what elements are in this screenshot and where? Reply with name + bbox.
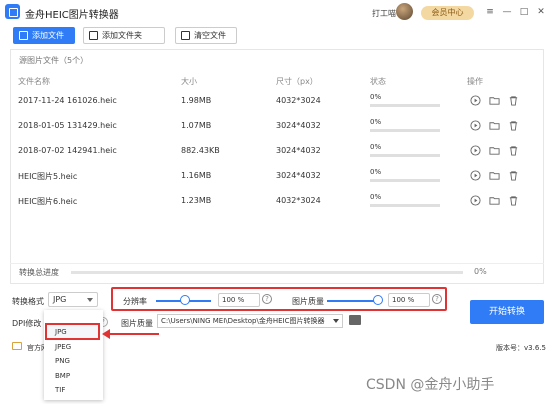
- menu-icon[interactable]: ≡: [484, 6, 496, 18]
- total-progress-value: 0%: [474, 267, 487, 276]
- source-file-count: 源图片文件（5个）: [19, 56, 89, 65]
- avatar[interactable]: [396, 3, 413, 20]
- format-label: 转换格式: [12, 297, 44, 306]
- add-file-label: 添加文件: [32, 31, 64, 40]
- file-size: 1.23MB: [181, 196, 212, 205]
- watermark: CSDN @金舟小助手: [366, 377, 495, 393]
- quality-slider-handle[interactable]: [373, 295, 383, 305]
- delete-icon[interactable]: [508, 195, 519, 206]
- play-icon[interactable]: [470, 145, 481, 156]
- quality-help-icon[interactable]: ?: [432, 294, 442, 304]
- file-size: 1.07MB: [181, 121, 212, 130]
- folder-open-icon[interactable]: [489, 145, 500, 156]
- file-size: 882.43KB: [181, 146, 220, 155]
- add-file-button[interactable]: 添加文件: [13, 27, 75, 44]
- table-row[interactable]: 2018-01-05 131429.heic 1.07MB 3024*4032 0%: [10, 114, 544, 138]
- play-icon[interactable]: [470, 170, 481, 181]
- format-option-png[interactable]: PNG: [55, 357, 70, 365]
- folder-open-icon[interactable]: [489, 170, 500, 181]
- format-option-jpg[interactable]: JPG: [55, 328, 67, 336]
- total-progress-bar: [71, 271, 463, 274]
- start-convert-button[interactable]: 开始转换: [470, 300, 544, 324]
- add-folder-icon: [89, 31, 98, 40]
- table-row[interactable]: 2018-07-02 142941.heic 882.43KB 3024*4032 0…: [10, 139, 544, 163]
- resolution-help-icon[interactable]: ?: [262, 294, 272, 304]
- delete-icon[interactable]: [508, 95, 519, 106]
- dpi-label: DPI修改: [12, 319, 42, 328]
- col-name-header: 文件名称: [18, 77, 50, 86]
- format-select[interactable]: JPG: [48, 292, 98, 307]
- table-row[interactable]: 2017-11-24 161026.heic 1.98MB 4032*3024 0%: [10, 89, 544, 113]
- file-status: 0%: [370, 118, 382, 126]
- file-dims: 3024*4032: [276, 146, 321, 155]
- clear-files-label: 清空文件: [194, 31, 226, 40]
- col-status-header: 状态: [370, 77, 386, 86]
- annotation-arrow: [104, 333, 159, 335]
- add-folder-button[interactable]: 添加文件夹: [83, 27, 165, 44]
- delete-icon[interactable]: [508, 170, 519, 181]
- file-dims: 4032*3024: [276, 96, 321, 105]
- file-dims: 4032*3024: [276, 196, 321, 205]
- minimize-icon[interactable]: —: [501, 6, 513, 18]
- file-dims: 3024*4032: [276, 171, 321, 180]
- app-title: 金舟HEIC图片转换器: [25, 10, 119, 21]
- file-status: 0%: [370, 193, 382, 201]
- folder-open-icon[interactable]: [489, 95, 500, 106]
- play-icon[interactable]: [470, 195, 481, 206]
- file-progress-bar: [370, 154, 440, 157]
- format-option-tif[interactable]: TIF: [55, 386, 65, 394]
- total-progress-label: 转换总进度: [19, 268, 59, 277]
- annotation-arrowhead: [102, 329, 110, 339]
- file-name: 2018-07-02 142941.heic: [18, 146, 117, 155]
- file-size: 1.16MB: [181, 171, 212, 180]
- file-name: HEIC图片5.heic: [18, 172, 78, 181]
- file-status: 0%: [370, 143, 382, 151]
- format-option-bmp[interactable]: BMP: [55, 372, 70, 380]
- file-progress-bar: [370, 129, 440, 132]
- quality-label: 图片质量: [292, 297, 324, 306]
- restore-icon[interactable]: □: [518, 6, 530, 18]
- table-header: 文件名称 大小 尺寸（px） 状态 操作: [10, 73, 544, 87]
- file-size: 1.98MB: [181, 96, 212, 105]
- version-label: 版本号：v3.6.5: [496, 344, 546, 352]
- file-status: 0%: [370, 93, 382, 101]
- play-icon[interactable]: [470, 95, 481, 106]
- file-name: 2018-01-05 131429.heic: [18, 121, 117, 130]
- add-folder-label: 添加文件夹: [102, 31, 142, 40]
- file-progress-bar: [370, 104, 440, 107]
- add-file-icon: [19, 31, 28, 40]
- folder-open-icon[interactable]: [489, 120, 500, 131]
- quality-input[interactable]: 100 %: [388, 293, 430, 307]
- resolution-input[interactable]: 100 %: [218, 293, 260, 307]
- output-path-select[interactable]: C:\Users\NING MEI\Desktop\金舟HEIC图片转换器: [157, 314, 343, 328]
- delete-icon[interactable]: [508, 120, 519, 131]
- file-progress-bar: [370, 204, 440, 207]
- assistant-link[interactable]: 打工喵: [372, 8, 396, 19]
- close-icon[interactable]: ✕: [535, 6, 547, 18]
- file-name: HEIC图片6.heic: [18, 197, 78, 206]
- file-status: 0%: [370, 168, 382, 176]
- col-actions-header: 操作: [467, 77, 483, 86]
- play-icon[interactable]: [470, 120, 481, 131]
- format-option-jpeg[interactable]: JPEG: [55, 343, 71, 351]
- official-site-icon: [12, 342, 22, 350]
- vip-center-button[interactable]: 会员中心: [421, 6, 474, 20]
- file-progress-bar: [370, 179, 440, 182]
- col-size-header: 大小: [181, 77, 197, 86]
- resolution-slider-handle[interactable]: [180, 295, 190, 305]
- app-logo-icon: [5, 4, 20, 19]
- resolution-label: 分辨率: [123, 297, 147, 306]
- folder-icon[interactable]: [349, 315, 361, 325]
- clear-files-button[interactable]: 清空文件: [175, 27, 237, 44]
- output-label: 图片质量: [121, 319, 153, 328]
- table-row[interactable]: HEIC图片5.heic 1.16MB 3024*4032 0%: [10, 164, 544, 188]
- highlight-box-jpg: [45, 323, 100, 340]
- file-name: 2017-11-24 161026.heic: [18, 96, 117, 105]
- table-row[interactable]: HEIC图片6.heic 1.23MB 4032*3024 0%: [10, 189, 544, 213]
- col-dims-header: 尺寸（px）: [276, 77, 318, 86]
- delete-icon[interactable]: [508, 145, 519, 156]
- trash-icon: [181, 31, 190, 40]
- file-dims: 3024*4032: [276, 121, 321, 130]
- folder-open-icon[interactable]: [489, 195, 500, 206]
